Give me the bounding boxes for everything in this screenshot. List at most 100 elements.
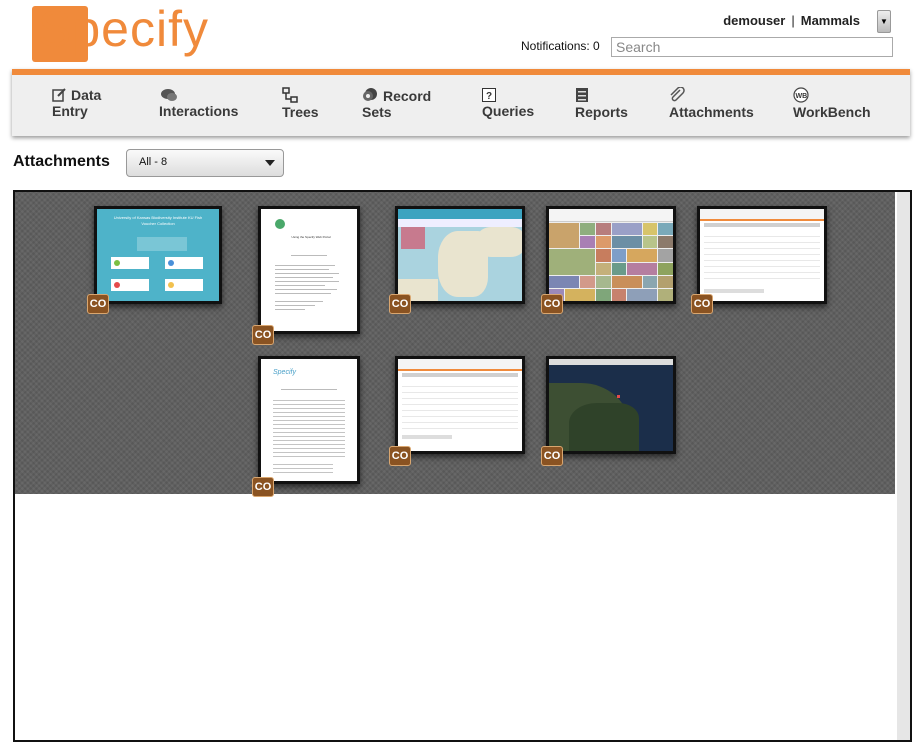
collection-object-badge[interactable]: CO <box>389 446 411 466</box>
thumbnail-image <box>398 209 522 301</box>
record-sets-icon <box>363 88 377 101</box>
page-title: Attachments <box>13 153 110 170</box>
text-line <box>275 277 333 278</box>
form-footer <box>704 289 764 293</box>
document-body <box>273 397 345 457</box>
thumbnail-image: University of Kansas Biodiversity Instit… <box>97 209 219 301</box>
collection-name[interactable]: Mammals <box>801 13 860 28</box>
document-body <box>273 461 333 475</box>
map-landmass <box>478 227 522 257</box>
map-header <box>398 209 522 219</box>
collection-object-badge[interactable]: CO <box>87 294 109 314</box>
nav-attachments[interactable]: Attachments <box>669 87 754 120</box>
svg-text:?: ? <box>486 91 492 102</box>
paperclip-icon <box>670 87 685 102</box>
nav-queries[interactable]: ? Queries <box>482 87 534 119</box>
gallery-scrollbar[interactable] <box>897 192 910 740</box>
satellite-landmass <box>569 403 639 451</box>
slide-text-block <box>137 237 187 251</box>
collection-object-badge[interactable]: CO <box>252 477 274 497</box>
tree-icon <box>282 87 298 103</box>
thumbnail-image: Using the Specify Web Portal <box>261 209 357 331</box>
attachment-thumbnail[interactable]: University of Kansas Biodiversity Instit… <box>94 206 222 304</box>
chevron-down-icon <box>265 160 275 166</box>
text-line <box>275 305 315 306</box>
nav-label: Attachments <box>669 104 754 120</box>
slide-button <box>111 257 149 269</box>
text-line <box>275 285 325 286</box>
document-logo-text: Specify <box>273 369 296 376</box>
nav-label: Interactions <box>159 103 239 119</box>
username[interactable]: demouser <box>723 13 785 28</box>
form-header <box>398 359 522 371</box>
attachment-thumbnail[interactable]: Specify <box>258 356 360 484</box>
query-icon: ? <box>482 88 496 102</box>
collection-object-badge[interactable]: CO <box>541 446 563 466</box>
nav-reports[interactable]: Reports <box>575 87 628 120</box>
separator: | <box>791 13 795 28</box>
treemap <box>549 223 673 301</box>
document-title: Using the Specify Web Portal <box>291 235 331 239</box>
form-title-bar <box>704 223 820 227</box>
nav-trees[interactable]: Trees <box>282 87 319 120</box>
collection-dropdown-button[interactable]: ▼ <box>877 10 891 33</box>
attachment-thumbnail[interactable]: Using the Specify Web Portal <box>258 206 360 334</box>
nav-label: Queries <box>482 103 535 119</box>
search-input[interactable]: Search <box>611 37 893 57</box>
workbench-icon: WB <box>793 87 809 103</box>
main-navigation: Data Entry Interactions Trees Record Sets … <box>12 69 910 136</box>
text-line <box>275 281 339 282</box>
form-rows <box>402 381 518 429</box>
attachment-thumbnail[interactable] <box>697 206 827 304</box>
attachment-thumbnail[interactable] <box>546 356 676 454</box>
attachment-thumbnail[interactable] <box>395 356 525 454</box>
text-line <box>291 255 327 256</box>
attachments-gallery: University of Kansas Biodiversity Instit… <box>13 190 912 742</box>
thumbnail-image <box>398 359 522 451</box>
filter-value: All - 8 <box>139 156 168 168</box>
collection-object-badge[interactable]: CO <box>691 294 713 314</box>
document-logo <box>275 219 285 229</box>
text-line <box>275 269 329 270</box>
attachment-thumbnail[interactable] <box>395 206 525 304</box>
nav-label: Trees <box>282 104 319 120</box>
text-line <box>275 273 339 274</box>
collection-object-badge[interactable]: CO <box>389 294 411 314</box>
nav-interactions[interactable]: Interactions <box>159 87 238 119</box>
text-line <box>275 289 337 290</box>
map-photo-inset <box>401 227 425 249</box>
thumbnail-image <box>549 359 673 451</box>
text-line <box>275 309 305 310</box>
thumbnail-image <box>549 209 673 301</box>
collection-object-badge[interactable]: CO <box>541 294 563 314</box>
nav-label: WorkBench <box>793 104 871 120</box>
map-header <box>549 359 673 365</box>
text-line <box>275 301 323 302</box>
slide-button <box>165 279 203 291</box>
user-menu[interactable]: demouser | Mammals <box>723 13 860 28</box>
map-marker <box>617 395 620 398</box>
svg-text:WB: WB <box>796 93 808 100</box>
form-header <box>700 209 824 221</box>
nav-record-sets[interactable]: Record Sets <box>362 87 431 120</box>
nav-label-line2: Entry <box>52 103 88 119</box>
nav-label-line2: Sets <box>362 104 392 120</box>
form-footer <box>402 435 452 439</box>
attachment-thumbnail[interactable] <box>546 206 676 304</box>
nav-workbench[interactable]: WB WorkBench <box>793 87 871 120</box>
slide-button <box>165 257 203 269</box>
nav-data-entry[interactable]: Data Entry <box>52 87 101 119</box>
nav-label-line1: Data <box>71 87 102 103</box>
specify-logo[interactable]: Specify 7 <box>32 1 218 115</box>
nav-label: Reports <box>575 104 628 120</box>
text-line <box>275 265 335 266</box>
form-rows <box>704 231 820 283</box>
edit-icon <box>52 88 66 102</box>
notifications-label[interactable]: Notifications: 0 <box>521 39 600 53</box>
collection-object-badge[interactable]: CO <box>252 325 274 345</box>
form-title-bar <box>402 373 518 377</box>
attachments-filter-select[interactable]: All - 8 <box>126 149 284 177</box>
slide-caption: University of Kansas Biodiversity Instit… <box>113 215 203 226</box>
map-toolbar <box>398 219 522 227</box>
nav-label-line1: Record <box>383 88 432 104</box>
